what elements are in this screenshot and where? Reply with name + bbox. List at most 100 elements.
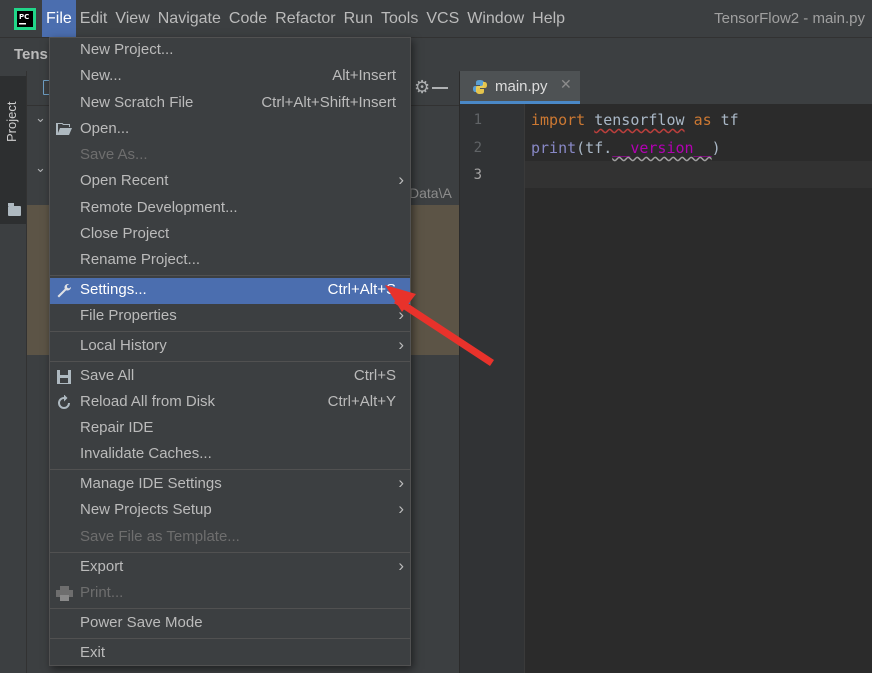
menu-item-shortcut: Ctrl+Alt+Shift+Insert	[261, 94, 396, 111]
menu-code[interactable]: Code	[225, 0, 271, 37]
menu-separator	[50, 275, 410, 276]
menu-item-label: Save As...	[80, 146, 148, 163]
menu-item-local-history[interactable]: Local History ›	[50, 334, 410, 360]
menu-item-label: Export	[80, 558, 124, 575]
menu-item-save-as[interactable]: Save As...	[50, 143, 410, 169]
menu-item-close-project[interactable]: Close Project	[50, 222, 410, 248]
line-number: 2	[473, 140, 482, 156]
menu-separator	[50, 331, 410, 332]
menu-view[interactable]: View	[111, 0, 153, 37]
folder-icon	[8, 203, 21, 216]
tab-main-py[interactable]: main.py ✕	[460, 71, 580, 104]
menu-separator	[50, 638, 410, 639]
menu-separator	[50, 361, 410, 362]
menu-item-repair-ide[interactable]: Repair IDE	[50, 416, 410, 442]
breadcrumb-project-name[interactable]: Tens	[14, 46, 48, 63]
menu-item-file-properties[interactable]: File Properties ›	[50, 304, 410, 330]
menu-item-exit[interactable]: Exit	[50, 641, 410, 667]
chevron-right-icon: ›	[398, 556, 404, 575]
line-number: 3	[473, 167, 482, 183]
project-path-text: Data\A	[409, 185, 452, 201]
menu-item-new[interactable]: New... Alt+Insert	[50, 64, 410, 90]
pycharm-logo-icon: PC	[14, 7, 36, 30]
gear-icon[interactable]: ⚙	[414, 77, 430, 98]
menu-run[interactable]: Run	[340, 0, 377, 37]
menu-navigate[interactable]: Navigate	[154, 0, 225, 37]
tab-label: main.py	[495, 78, 548, 95]
minimize-icon[interactable]	[432, 87, 448, 89]
file-menu-dropdown: New Project... New... Alt+Insert New Scr…	[49, 37, 411, 666]
menu-item-label: New...	[80, 67, 122, 84]
menu-item-export[interactable]: Export ›	[50, 555, 410, 581]
menu-item-remote-development[interactable]: Remote Development...	[50, 196, 410, 222]
menubar: PC File Edit View Navigate Code Refactor…	[0, 0, 872, 37]
menu-item-label: Exit	[80, 644, 106, 661]
alias-name: tf	[720, 111, 739, 129]
project-tool-tab-label: Project	[4, 101, 19, 142]
menu-item-save-all[interactable]: Save All Ctrl+S	[50, 364, 410, 390]
menu-item-label: Rename Project...	[80, 251, 201, 268]
chevron-right-icon: ›	[398, 305, 404, 324]
folder-open-icon	[56, 122, 73, 138]
menu-item-label: Settings...	[80, 281, 147, 298]
chevron-right-icon: ›	[398, 499, 404, 518]
window-title: TensorFlow2 - main.py	[714, 10, 865, 27]
wrench-icon	[56, 283, 73, 299]
menu-item-open[interactable]: Open...	[50, 117, 410, 143]
keyword-as: as	[693, 111, 712, 129]
menu-item-label: File Properties	[80, 307, 177, 324]
chevron-down-icon[interactable]: ⌄	[35, 111, 46, 126]
menu-item-invalidate-caches[interactable]: Invalidate Caches...	[50, 442, 410, 468]
menu-item-label: Print...	[80, 584, 124, 601]
keyword-import: import	[531, 111, 586, 129]
svg-text:PC: PC	[19, 13, 29, 21]
menu-file[interactable]: File	[42, 0, 76, 37]
menu-vcs[interactable]: VCS	[422, 0, 463, 37]
menu-separator	[50, 608, 410, 609]
menu-item-label: New Scratch File	[80, 94, 194, 111]
menu-item-power-save-mode[interactable]: Power Save Mode	[50, 611, 410, 637]
menu-item-save-file-as-template[interactable]: Save File as Template...	[50, 525, 410, 551]
menu-item-new-project[interactable]: New Project...	[50, 38, 410, 64]
menu-refactor[interactable]: Refactor	[271, 0, 339, 37]
menu-item-open-recent[interactable]: Open Recent ›	[50, 169, 410, 195]
menu-item-label: New Projects Setup	[80, 501, 212, 518]
left-tool-strip: Project	[0, 71, 27, 673]
menu-item-label: Manage IDE Settings	[80, 475, 222, 492]
menu-item-label: Invalidate Caches...	[80, 445, 212, 462]
menu-item-label: Open...	[80, 120, 130, 137]
menu-item-label: Save All	[80, 367, 135, 384]
menu-item-manage-ide-settings[interactable]: Manage IDE Settings ›	[50, 472, 410, 498]
chevron-down-icon[interactable]: ⌄	[35, 161, 46, 176]
menu-item-shortcut: Ctrl+S	[353, 367, 396, 384]
menu-item-label: Close Project	[80, 225, 170, 242]
menu-item-rename-project[interactable]: Rename Project...	[50, 248, 410, 274]
menu-edit[interactable]: Edit	[76, 0, 112, 37]
menu-item-settings[interactable]: Settings... Ctrl+Alt+S	[50, 278, 410, 304]
printer-icon	[56, 586, 73, 602]
project-tool-tab[interactable]: Project	[0, 76, 26, 224]
menu-item-label: Repair IDE	[80, 419, 154, 436]
menu-separator	[50, 469, 410, 470]
code-text: )	[711, 139, 721, 157]
menu-help[interactable]: Help	[528, 0, 569, 37]
menu-item-reload-all-from-disk[interactable]: Reload All from Disk Ctrl+Alt+Y	[50, 390, 410, 416]
code-editor[interactable]: import tensorflow as tf print(tf.__versi…	[525, 104, 872, 673]
menu-separator	[50, 552, 410, 553]
code-text: (tf.	[576, 139, 613, 157]
menu-item-new-projects-setup[interactable]: New Projects Setup ›	[50, 498, 410, 524]
module-name: tensorflow	[594, 111, 685, 129]
menu-item-label: New Project...	[80, 41, 174, 58]
chevron-right-icon: ›	[398, 335, 404, 354]
code-line-2: print(tf.__version__)	[531, 139, 721, 157]
menu-item-print[interactable]: Print...	[50, 581, 410, 607]
menu-item-label: Remote Development...	[80, 199, 238, 216]
close-icon[interactable]: ✕	[560, 77, 572, 93]
menu-tools[interactable]: Tools	[377, 0, 422, 37]
menu-item-new-scratch-file[interactable]: New Scratch File Ctrl+Alt+Shift+Insert	[50, 91, 410, 117]
menu-item-label: Power Save Mode	[80, 614, 203, 631]
current-line-highlight	[525, 161, 872, 188]
refresh-icon	[56, 394, 73, 411]
menu-window[interactable]: Window	[463, 0, 528, 37]
line-number-gutter: 1 2 3	[460, 104, 525, 673]
